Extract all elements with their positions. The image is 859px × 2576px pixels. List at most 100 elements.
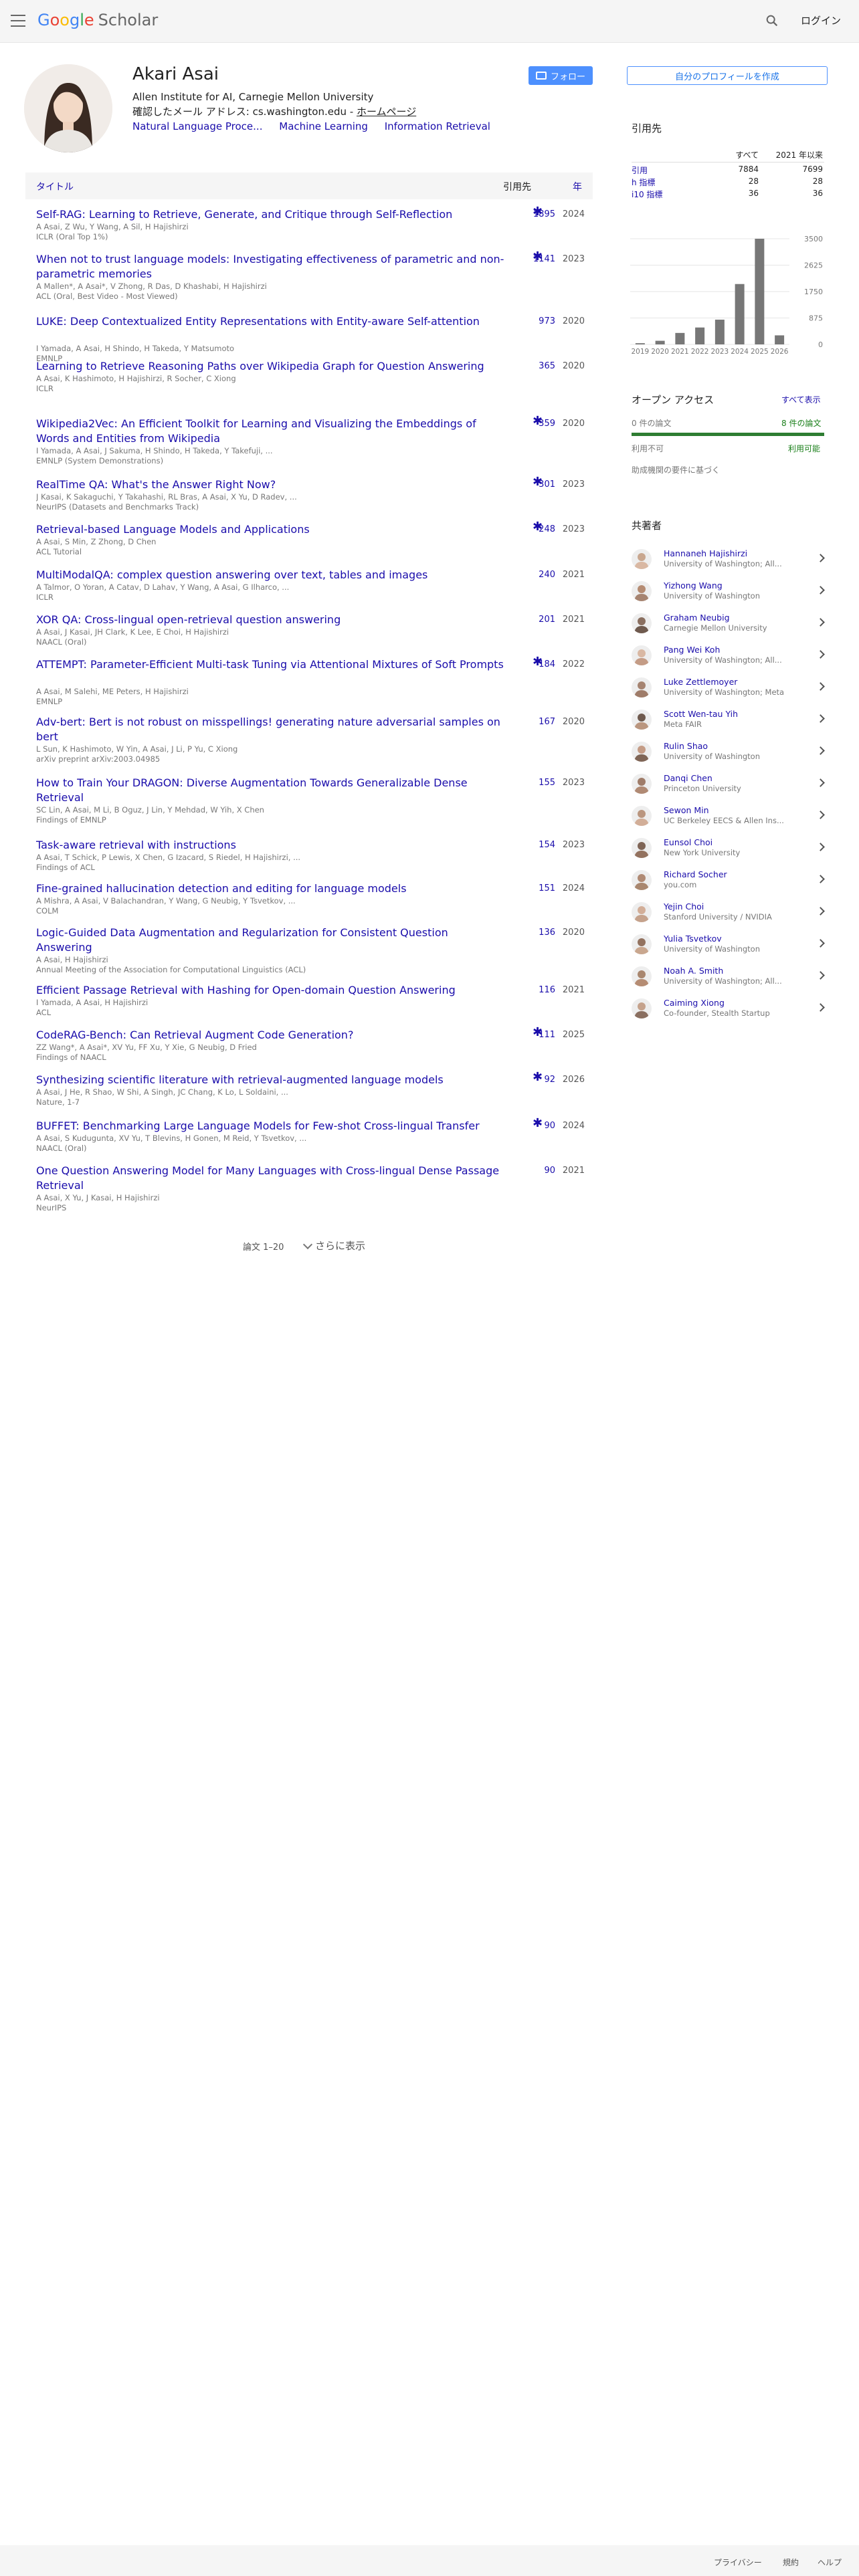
coauthor-item[interactable]: Noah A. Smith University of Washington; A… <box>632 964 832 992</box>
citation-count[interactable]: 111 <box>494 1030 555 1040</box>
citation-count[interactable]: 167 <box>494 717 555 727</box>
publication-title[interactable]: One Question Answering Model for Many La… <box>36 1164 504 1193</box>
google-scholar-logo[interactable]: Google Scholar <box>37 11 158 29</box>
publication-title[interactable]: BUFFET: Benchmarking Large Language Mode… <box>36 1119 504 1134</box>
coauthor-item[interactable]: Scott Wen-tau Yih Meta FAIR <box>632 708 832 736</box>
citation-count[interactable]: 136 <box>494 928 555 938</box>
publication-title[interactable]: Logic-Guided Data Augmentation and Regul… <box>36 926 504 955</box>
publication-title[interactable]: Self-RAG: Learning to Retrieve, Generate… <box>36 207 504 222</box>
interest-link[interactable]: Machine Learning <box>279 120 368 132</box>
citation-bar-2019[interactable] <box>635 343 645 344</box>
publication-title[interactable]: Efficient Passage Retrieval with Hashing… <box>36 983 504 998</box>
coauthor-item[interactable]: Luke Zettlemoyer University of Washington… <box>632 675 832 704</box>
publication-title[interactable]: MultiModalQA: complex question answering… <box>36 568 504 582</box>
citation-count[interactable]: 201 <box>494 615 555 625</box>
metric-label[interactable]: i10 指標 <box>632 189 662 200</box>
coauthor-item[interactable]: Yulia Tsvetkov University of Washington <box>632 932 832 960</box>
sort-by-citations[interactable]: 引用先 <box>503 180 531 193</box>
chevron-right-icon <box>816 971 825 980</box>
coauthor-item[interactable]: Sewon Min UC Berkeley EECS & Allen Ins... <box>632 804 832 832</box>
citation-count[interactable]: 116 <box>494 985 555 995</box>
publication-title[interactable]: Adv-bert: Bert is not robust on misspell… <box>36 715 504 744</box>
citation-count[interactable]: 154 <box>494 840 555 850</box>
coauthor-item[interactable]: Hannaneh Hajishirzi University of Washing… <box>632 547 832 575</box>
citation-count[interactable]: 973 <box>494 316 555 326</box>
sort-by-title[interactable]: タイトル <box>36 180 74 193</box>
citation-bar-2023[interactable] <box>714 319 725 344</box>
star-icon[interactable]: ✱ <box>533 520 543 534</box>
publication-title[interactable]: How to Train Your DRAGON: Diverse Augmen… <box>36 776 504 805</box>
star-icon[interactable]: ✱ <box>533 1025 543 1039</box>
citation-bar-2025[interactable] <box>755 239 765 344</box>
metric-all: 36 <box>748 189 759 198</box>
coauthor-item[interactable]: Pang Wei Koh University of Washington; Al… <box>632 643 832 671</box>
publication-title[interactable]: Learning to Retrieve Reasoning Paths ove… <box>36 359 504 374</box>
star-icon[interactable]: ✱ <box>533 205 543 219</box>
publication-title[interactable]: Synthesizing scientific literature with … <box>36 1073 504 1087</box>
coauthor-item[interactable]: Graham Neubig Carnegie Mellon University <box>632 611 832 639</box>
citation-bar-2021[interactable] <box>675 332 685 344</box>
star-icon[interactable]: ✱ <box>533 655 543 669</box>
publication-title[interactable]: CodeRAG-Bench: Can Retrieval Augment Cod… <box>36 1028 504 1043</box>
interest-link[interactable]: Natural Language Proce... <box>132 120 262 132</box>
homepage-link[interactable]: ホームページ <box>357 106 416 118</box>
coauthor-item[interactable]: Yejin Choi Stanford University / NVIDIA <box>632 900 832 928</box>
login-link[interactable]: ログイン <box>801 13 841 27</box>
publication-title[interactable]: When not to trust language models: Inves… <box>36 252 504 282</box>
publication-title[interactable]: RealTime QA: What's the Answer Right Now… <box>36 477 504 492</box>
citation-count[interactable]: 240 <box>494 570 555 580</box>
privacy-link[interactable]: プライバシー <box>714 2557 762 2568</box>
publication-title[interactable]: LUKE: Deep Contextualized Entity Represe… <box>36 314 504 329</box>
star-icon[interactable]: ✱ <box>533 1116 543 1130</box>
citation-count[interactable]: 365 <box>494 361 555 371</box>
search-icon[interactable] <box>765 13 779 28</box>
publication-title[interactable]: Wikipedia2Vec: An Efficient Toolkit for … <box>36 417 504 446</box>
citation-count[interactable]: 90 <box>494 1166 555 1176</box>
interest-link[interactable]: Information Retrieval <box>385 120 490 132</box>
star-icon[interactable]: ✱ <box>533 249 543 263</box>
citation-bar-2020[interactable] <box>655 340 665 344</box>
star-icon[interactable]: ✱ <box>533 414 543 428</box>
publication-title[interactable]: Fine-grained hallucination detection and… <box>36 881 504 896</box>
citation-count[interactable]: 1895 <box>494 209 555 219</box>
citation-count[interactable]: 301 <box>494 479 555 490</box>
citation-count[interactable]: 359 <box>494 419 555 429</box>
follow-button[interactable]: フォロー <box>529 66 593 85</box>
publication-authors: SC Lin, A Asai, M Li, B Oguz, J Lin, Y M… <box>36 805 264 815</box>
citation-count[interactable]: 90 <box>494 1121 555 1131</box>
terms-link[interactable]: 規約 <box>783 2557 799 2568</box>
star-icon[interactable]: ✱ <box>533 475 543 489</box>
citation-count[interactable]: 155 <box>494 778 555 788</box>
create-profile-button[interactable]: 自分のプロフィールを作成 <box>627 66 828 85</box>
publication-title[interactable]: Task-aware retrieval with instructions <box>36 838 504 853</box>
citation-bar-2024[interactable] <box>735 284 745 344</box>
show-more-button[interactable]: さらに表示 <box>302 1239 365 1253</box>
citation-bar-2022[interactable] <box>695 327 705 344</box>
metric-since: 28 <box>812 177 823 186</box>
mandate-note-link[interactable]: 助成機関の要件に基づく <box>632 464 720 475</box>
citation-bar-2026[interactable] <box>775 335 785 344</box>
publication-title[interactable]: ATTEMPT: Parameter-Efficient Multi-task … <box>36 657 504 672</box>
citation-count[interactable]: 92 <box>494 1075 555 1085</box>
help-link[interactable]: ヘルプ <box>818 2557 842 2568</box>
citation-count[interactable]: 248 <box>494 524 555 534</box>
col-all: すべて <box>735 150 759 160</box>
oa-unavailable-count[interactable]: 0 件の論文 <box>632 417 671 429</box>
coauthor-item[interactable]: Caiming Xiong Co-founder, Stealth Startup <box>632 996 832 1025</box>
coauthor-item[interactable]: Richard Socher you.com <box>632 868 832 896</box>
citation-count[interactable]: 151 <box>494 883 555 893</box>
coauthor-item[interactable]: Danqi Chen Princeton University <box>632 772 832 800</box>
sort-by-year[interactable]: 年 <box>573 180 582 193</box>
coauthor-item[interactable]: Rulin Shao University of Washington <box>632 740 832 768</box>
publication-title[interactable]: Retrieval-based Language Models and Appl… <box>36 522 504 537</box>
coauthor-item[interactable]: Eunsol Choi New York University <box>632 836 832 864</box>
citation-count[interactable]: 184 <box>494 659 555 669</box>
show-all-link[interactable]: すべて表示 <box>781 394 821 405</box>
oa-available-count[interactable]: 8 件の論文 <box>781 417 821 429</box>
coauthor-item[interactable]: Yizhong Wang University of Washington <box>632 579 832 607</box>
publication-title[interactable]: XOR QA: Cross-lingual open-retrieval que… <box>36 613 504 627</box>
menu-icon[interactable] <box>11 15 25 27</box>
star-icon[interactable]: ✱ <box>533 1070 543 1084</box>
citation-count[interactable]: 1141 <box>494 254 555 264</box>
publication-venue: Findings of NAACL <box>36 1053 106 1062</box>
